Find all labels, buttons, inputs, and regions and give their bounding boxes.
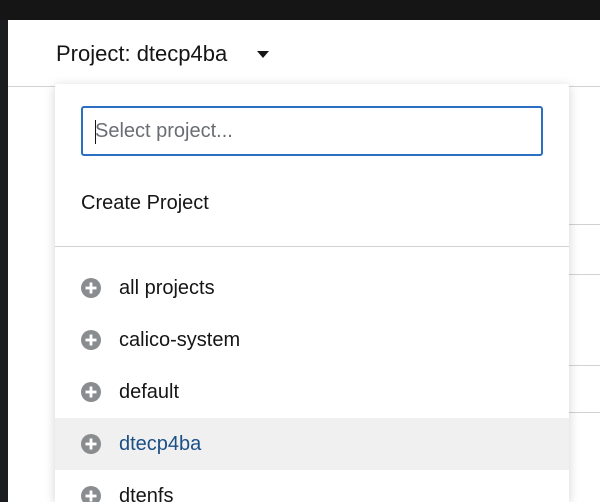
project-item-all-projects[interactable]: all projects bbox=[55, 262, 569, 314]
project-item-dtenfs[interactable]: dtenfs bbox=[55, 470, 569, 502]
project-item-label: default bbox=[119, 381, 180, 403]
search-field-wrapper bbox=[81, 106, 543, 156]
project-dropdown-toggle[interactable]: Project: dtecp4ba bbox=[56, 38, 270, 70]
plus-circle-icon bbox=[81, 330, 101, 350]
project-list: all projects calico-system default dtecp… bbox=[55, 262, 569, 502]
background-divider bbox=[568, 224, 600, 225]
plus-circle-icon bbox=[81, 278, 101, 298]
create-project-button[interactable]: Create Project bbox=[81, 188, 209, 218]
top-masthead-strip bbox=[0, 0, 600, 20]
project-item-label: dtenfs bbox=[119, 485, 174, 502]
project-toggle-label: Project: dtecp4ba bbox=[56, 41, 228, 66]
text-cursor bbox=[95, 120, 96, 144]
caret-down-icon bbox=[257, 50, 270, 58]
plus-circle-icon bbox=[81, 486, 101, 502]
project-item-default[interactable]: default bbox=[55, 366, 569, 418]
project-item-label: dtecp4ba bbox=[119, 433, 202, 455]
left-nav-strip bbox=[0, 20, 8, 502]
background-divider bbox=[568, 274, 600, 275]
project-dropdown-menu: Create Project all projects calico-syste… bbox=[55, 84, 569, 502]
project-search-input[interactable] bbox=[83, 108, 541, 154]
project-item-dtecp4ba[interactable]: dtecp4ba bbox=[55, 418, 569, 470]
background-divider bbox=[568, 412, 600, 413]
project-item-label: all projects bbox=[119, 277, 215, 299]
plus-circle-icon bbox=[81, 382, 101, 402]
menu-divider bbox=[55, 246, 569, 247]
project-item-label: calico-system bbox=[119, 329, 241, 351]
plus-circle-icon bbox=[81, 434, 101, 454]
project-item-calico-system[interactable]: calico-system bbox=[55, 314, 569, 366]
screen: Project: dtecp4ba Create Project all pr bbox=[0, 0, 600, 502]
context-bar: Project: dtecp4ba bbox=[8, 20, 600, 87]
background-divider bbox=[568, 365, 600, 366]
